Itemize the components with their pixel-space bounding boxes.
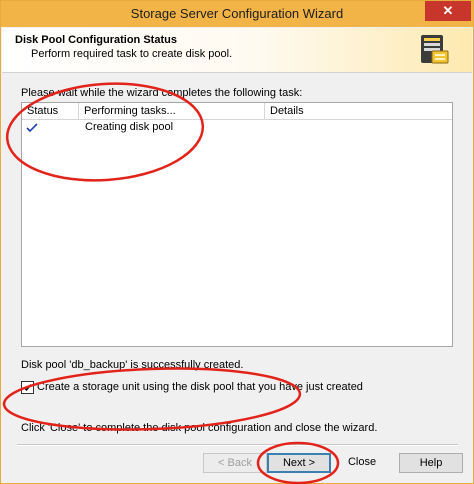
create-storage-unit-label[interactable]: Create a storage unit using the disk poo…: [37, 381, 363, 393]
close-button[interactable]: Close: [342, 453, 382, 473]
status-message: Disk pool 'db_backup' is successfully cr…: [21, 359, 244, 371]
instruction-text: Please wait while the wizard completes t…: [21, 87, 303, 99]
checkmark-icon: [26, 123, 38, 133]
storage-server-icon: [421, 35, 449, 64]
back-button[interactable]: < Back: [203, 453, 267, 473]
checkbox-check-icon: [23, 384, 32, 392]
wizard-header: Disk Pool Configuration Status Perform r…: [2, 28, 472, 73]
close-icon: ✕: [442, 3, 454, 18]
next-button[interactable]: Next >: [267, 453, 331, 473]
task-list[interactable]: Status Performing tasks... Details Creat…: [21, 102, 453, 347]
column-header-task[interactable]: Performing tasks...: [79, 103, 265, 120]
column-header-status[interactable]: Status: [22, 103, 79, 120]
window-close-button[interactable]: ✕: [425, 1, 471, 21]
close-hint-text: Click 'Close' to complete the disk pool …: [21, 422, 378, 434]
wizard-window: Storage Server Configuration Wizard ✕ Di…: [0, 0, 474, 484]
column-header-details[interactable]: Details: [265, 103, 452, 120]
task-name: Creating disk pool: [85, 121, 174, 133]
window-title: Storage Server Configuration Wizard: [130, 6, 344, 21]
title-bar[interactable]: Storage Server Configuration Wizard ✕: [1, 1, 473, 27]
create-storage-unit-checkbox[interactable]: [21, 381, 34, 394]
page-subtitle: Perform required task to create disk poo…: [31, 48, 233, 60]
button-separator: [17, 444, 458, 446]
help-button[interactable]: Help: [399, 453, 463, 473]
page-title: Disk Pool Configuration Status: [15, 34, 177, 46]
